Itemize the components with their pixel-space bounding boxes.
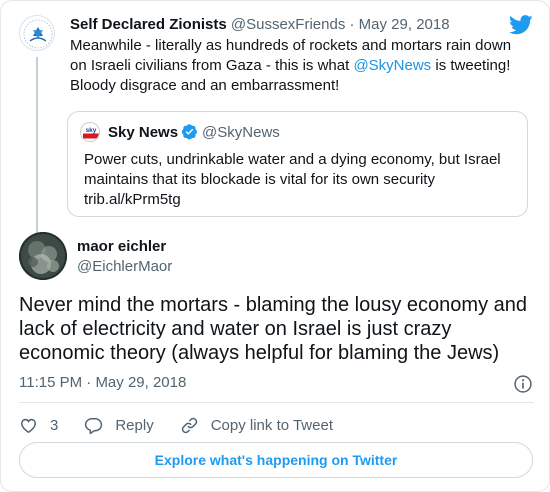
tweet-embed-card: Self Declared Zionists @SussexFriends · … (0, 0, 550, 492)
link-icon (181, 417, 197, 433)
like-button[interactable]: 3 (19, 416, 58, 435)
main-display-name[interactable]: maor eichler (77, 237, 166, 257)
copy-link-label: Copy link to Tweet (210, 416, 333, 434)
like-count: 3 (50, 416, 59, 434)
explore-twitter-button[interactable]: Explore what's happening on Twitter (19, 442, 533, 478)
main-time: 11:15 PM (19, 374, 83, 391)
tweet-actions: 3 Reply Copy link to Tweet (19, 413, 359, 437)
copy-link-button[interactable]: Copy link to Tweet (180, 416, 333, 435)
quoted-tweet[interactable]: sky Sky News @SkyNews Power cuts, undrink… (67, 111, 528, 217)
heart-icon (21, 418, 36, 433)
reply-button[interactable]: Reply (84, 416, 154, 435)
main-tweet-text: Never mind the mortars - blaming the lou… (19, 294, 528, 364)
reply-label: Reply (115, 416, 154, 434)
sky-news-logo-icon: sky (81, 123, 99, 141)
info-icon[interactable] (513, 374, 533, 394)
quoted-avatar: sky (80, 122, 100, 142)
mention-link[interactable]: @SkyNews (353, 57, 431, 74)
svg-text:sky: sky (86, 127, 97, 134)
parent-date[interactable]: May 29, 2018 (359, 16, 450, 33)
parent-display-name[interactable]: Self Declared Zionists (70, 16, 227, 33)
zionist-logo-icon (23, 19, 53, 49)
quoted-display-name[interactable]: Sky News (108, 124, 178, 141)
main-handle[interactable]: @EichlerMaor (77, 257, 172, 277)
main-separator: · (86, 374, 92, 391)
verified-badge-icon (181, 124, 197, 140)
quoted-header: Sky News @SkyNews (108, 123, 280, 143)
parent-header: Self Declared Zionists @SussexFriends · … (70, 15, 450, 35)
main-avatar[interactable] (19, 232, 67, 280)
user-photo-avatar (19, 232, 67, 280)
twitter-bird-icon[interactable] (509, 15, 533, 35)
parent-handle[interactable]: @SussexFriends (231, 16, 345, 33)
main-tweet-timestamp[interactable]: 11:15 PM · May 29, 2018 (19, 373, 186, 393)
parent-avatar[interactable] (19, 15, 55, 51)
parent-separator: · (349, 16, 355, 33)
main-date: May 29, 2018 (95, 374, 187, 391)
divider (19, 402, 534, 403)
reply-bubble-icon (85, 417, 103, 434)
quoted-tweet-text: Power cuts, undrinkable water and a dyin… (84, 151, 501, 208)
thread-line (36, 57, 38, 237)
parent-tweet-text: Meanwhile - literally as hundreds of roc… (70, 36, 520, 96)
quoted-handle[interactable]: @SkyNews (202, 124, 280, 141)
